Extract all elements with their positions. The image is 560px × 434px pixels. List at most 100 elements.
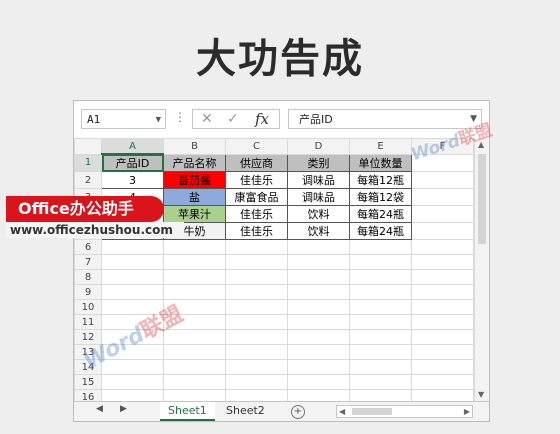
row-header[interactable]: 1 bbox=[74, 153, 102, 172]
data-cell[interactable]: 每箱12袋 bbox=[349, 188, 412, 206]
row-header[interactable]: 10 bbox=[74, 299, 102, 315]
data-cell[interactable]: 饮料 bbox=[287, 222, 350, 240]
cell[interactable] bbox=[349, 374, 412, 390]
horizontal-scrollbar[interactable]: ◀ ▶ bbox=[336, 405, 473, 418]
cell[interactable] bbox=[349, 314, 412, 330]
cell[interactable] bbox=[349, 239, 412, 255]
cell[interactable] bbox=[287, 374, 350, 390]
data-cell[interactable]: 调味品 bbox=[287, 188, 350, 206]
data-cell[interactable]: 苹果汁 bbox=[163, 205, 226, 223]
data-cell[interactable]: 3 bbox=[101, 171, 164, 189]
select-all-corner[interactable] bbox=[74, 138, 102, 155]
data-cell[interactable]: 佳佳乐 bbox=[225, 171, 288, 189]
column-header[interactable]: E bbox=[349, 138, 412, 155]
cell[interactable] bbox=[411, 329, 474, 345]
cell[interactable] bbox=[163, 254, 226, 270]
column-header[interactable]: C bbox=[225, 138, 288, 155]
cell[interactable] bbox=[349, 299, 412, 315]
data-cell[interactable]: 盐 bbox=[163, 188, 226, 206]
row-header[interactable]: 6 bbox=[74, 239, 102, 255]
row-header[interactable]: 7 bbox=[74, 254, 102, 270]
scroll-down-icon[interactable]: ▼ bbox=[478, 390, 484, 399]
header-cell[interactable]: 类别 bbox=[287, 153, 350, 172]
cell[interactable] bbox=[225, 269, 288, 285]
data-cell[interactable]: 调味品 bbox=[287, 171, 350, 189]
column-header[interactable]: A bbox=[101, 138, 164, 155]
row-header[interactable]: 11 bbox=[74, 314, 102, 330]
cell[interactable] bbox=[101, 239, 164, 255]
row-header[interactable]: 2 bbox=[74, 171, 102, 189]
header-cell[interactable]: 产品ID bbox=[101, 153, 164, 172]
cell[interactable] bbox=[349, 329, 412, 345]
cell[interactable] bbox=[101, 254, 164, 270]
column-header[interactable]: B bbox=[163, 138, 226, 155]
cell[interactable] bbox=[411, 299, 474, 315]
cell[interactable] bbox=[411, 374, 474, 390]
cell[interactable] bbox=[225, 344, 288, 360]
data-cell[interactable]: 每箱12瓶 bbox=[349, 171, 412, 189]
cell[interactable] bbox=[101, 284, 164, 300]
cell[interactable] bbox=[411, 188, 474, 206]
cell[interactable] bbox=[225, 284, 288, 300]
cell[interactable] bbox=[287, 329, 350, 345]
enter-check-icon[interactable]: ✓ bbox=[227, 110, 239, 129]
cell[interactable] bbox=[411, 284, 474, 300]
cell[interactable] bbox=[349, 284, 412, 300]
hscroll-thumb[interactable] bbox=[352, 408, 392, 415]
data-cell[interactable]: 佳佳乐 bbox=[225, 205, 288, 223]
cell[interactable] bbox=[225, 254, 288, 270]
data-cell[interactable]: 蕃茄酱 bbox=[163, 171, 226, 189]
data-cell[interactable]: 康富食品 bbox=[225, 188, 288, 206]
cell[interactable] bbox=[411, 254, 474, 270]
cell[interactable] bbox=[411, 222, 474, 240]
cell[interactable] bbox=[163, 359, 226, 375]
data-cell[interactable]: 饮料 bbox=[287, 205, 350, 223]
cell[interactable] bbox=[349, 359, 412, 375]
sheet-tab[interactable]: Sheet2 bbox=[218, 402, 273, 421]
data-cell[interactable]: 每箱24瓶 bbox=[349, 205, 412, 223]
column-header[interactable]: D bbox=[287, 138, 350, 155]
cell[interactable] bbox=[101, 374, 164, 390]
cell[interactable] bbox=[163, 269, 226, 285]
cell[interactable] bbox=[287, 359, 350, 375]
cell[interactable] bbox=[287, 254, 350, 270]
fx-icon[interactable]: fx bbox=[255, 110, 269, 129]
name-box[interactable]: A1 ▼ bbox=[81, 109, 166, 129]
header-cell[interactable]: 单位数量 bbox=[349, 153, 412, 172]
cell[interactable] bbox=[411, 269, 474, 285]
header-cell[interactable]: 供应商 bbox=[225, 153, 288, 172]
cell[interactable] bbox=[349, 269, 412, 285]
cell[interactable] bbox=[411, 314, 474, 330]
cell[interactable] bbox=[225, 374, 288, 390]
cell[interactable] bbox=[225, 299, 288, 315]
scroll-right-icon[interactable]: ▶ bbox=[120, 404, 127, 414]
vertical-scrollbar[interactable]: ▲ ▼ bbox=[474, 138, 489, 401]
cell[interactable] bbox=[349, 254, 412, 270]
sheet-tab[interactable]: Sheet1 bbox=[160, 402, 215, 421]
dropdown-arrow-icon[interactable]: ▼ bbox=[156, 110, 161, 130]
cell[interactable] bbox=[287, 314, 350, 330]
cell[interactable] bbox=[349, 344, 412, 360]
cell[interactable] bbox=[163, 239, 226, 255]
hscroll-left-icon[interactable]: ◀ bbox=[339, 406, 345, 417]
cancel-x-icon[interactable]: ✕ bbox=[201, 110, 213, 129]
add-sheet-icon[interactable]: + bbox=[291, 405, 305, 419]
cell[interactable] bbox=[225, 329, 288, 345]
header-cell[interactable]: 产品名称 bbox=[163, 153, 226, 172]
hscroll-right-icon[interactable]: ▶ bbox=[464, 406, 470, 417]
cell[interactable] bbox=[287, 284, 350, 300]
cell[interactable] bbox=[225, 239, 288, 255]
cell[interactable] bbox=[101, 269, 164, 285]
scroll-thumb[interactable] bbox=[478, 154, 486, 244]
cell[interactable] bbox=[225, 359, 288, 375]
cell[interactable] bbox=[287, 344, 350, 360]
data-cell[interactable]: 佳佳乐 bbox=[225, 222, 288, 240]
cell[interactable] bbox=[411, 239, 474, 255]
data-cell[interactable]: 每箱24瓶 bbox=[349, 222, 412, 240]
cell[interactable] bbox=[411, 359, 474, 375]
cell[interactable] bbox=[411, 205, 474, 223]
cell[interactable] bbox=[287, 239, 350, 255]
cell[interactable] bbox=[163, 374, 226, 390]
cell[interactable] bbox=[287, 269, 350, 285]
cell[interactable] bbox=[225, 314, 288, 330]
